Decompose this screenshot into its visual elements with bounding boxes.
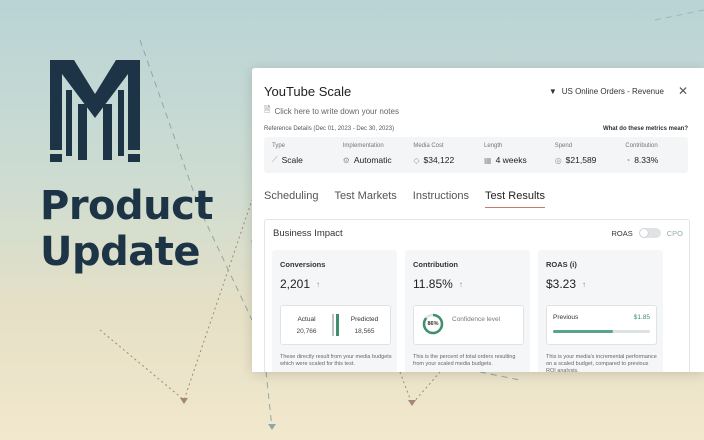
panel-title: Business Impact	[273, 228, 343, 239]
pie-icon: ◔	[625, 155, 631, 165]
roas-title: ROAS (i)	[546, 260, 577, 269]
metric-type: Type ⟋ Scale	[264, 137, 335, 173]
actual-value: 20,766	[296, 327, 317, 335]
metric-value: $34,122	[423, 155, 455, 165]
contribution-value: 11.85%	[413, 277, 453, 291]
card-title: YouTube Scale	[264, 84, 352, 99]
predicted-value: 18,565	[354, 327, 375, 335]
arrow-up-icon: ↑	[582, 279, 587, 289]
conversions-title: Conversions	[280, 260, 326, 269]
roas-description: This is your media's incremental perform…	[546, 354, 657, 372]
business-impact-panel: Business Impact ROAS CPO Conversions 2,2…	[264, 219, 690, 372]
note-icon: 🗎	[264, 105, 271, 114]
metric-value: 4 weeks	[495, 155, 527, 165]
roas-progress-fill	[553, 330, 614, 333]
actual-label: Actual	[297, 315, 316, 323]
predicted-label: Predicted	[350, 315, 379, 323]
comparison-bars	[332, 314, 339, 336]
brand-logo	[50, 60, 140, 162]
filter-icon: ▼	[548, 87, 557, 96]
notes-link-label: Click here to write down your notes	[274, 106, 399, 116]
roas-cpo-toggle[interactable]	[638, 228, 661, 238]
toggle-knob	[639, 229, 648, 237]
roas-value: $3.23	[546, 277, 577, 291]
actual-bar	[332, 314, 334, 336]
contribution-card: Contribution 11.85% ↑ 86% Confidence leve…	[405, 250, 530, 372]
metric-filter[interactable]: ▼ US Online Orders - Revenue	[549, 87, 664, 96]
headline-line-2: Update	[40, 229, 200, 275]
tab-instructions[interactable]: Instructions	[413, 190, 469, 208]
impact-cards: Conversions 2,201 ↑ Actual 20,766 Predict…	[272, 250, 663, 372]
headline: Product Update	[40, 183, 213, 275]
coin-icon: ◎	[554, 155, 562, 165]
metric-length: Length ▦ 4 weeks	[476, 137, 547, 173]
tag-icon: ◇	[413, 155, 420, 165]
metric-spend: Spend ◎ $21,589	[547, 137, 618, 173]
contribution-title: Contribution	[413, 260, 458, 269]
metric-label: Contribution	[625, 143, 658, 149]
metric-media-cost: Media Cost ◇ $34,122	[405, 137, 476, 173]
headline-line-1: Product	[40, 183, 213, 229]
roas-cpo-switch: ROAS CPO	[611, 228, 683, 238]
tab-scheduling[interactable]: Scheduling	[264, 190, 318, 208]
metric-label: Implementation	[342, 143, 384, 149]
metric-implementation: Implementation ⚙ Automatic	[335, 137, 406, 173]
filter-label: US Online Orders - Revenue	[561, 87, 664, 96]
metric-label: Media Cost	[413, 143, 444, 149]
metric-value: 8.33%	[634, 155, 659, 165]
metric-contribution: Contribution ◔ 8.33%	[617, 137, 688, 173]
metrics-strip: Type ⟋ Scale Implementation ⚙ Automatic Me…	[264, 137, 688, 173]
conversions-description: These directly result from your media bu…	[280, 354, 392, 367]
toggle-label-cpo: CPO	[666, 228, 683, 238]
contribution-description: This is the percent of total orders resu…	[413, 354, 516, 367]
conversions-card: Conversions 2,201 ↑ Actual 20,766 Predict…	[272, 250, 397, 372]
notes-link[interactable]: 🗎 Click here to write down your notes	[264, 104, 399, 118]
actual-block: Actual 20,766	[281, 316, 332, 335]
conversions-value: 2,201	[280, 277, 311, 291]
actual-vs-predicted: Actual 20,766 Predicted 18,565	[280, 305, 391, 345]
roas-progress	[553, 330, 650, 333]
roas-card: ROAS (i) $3.23 ↑ Previous $1.85 This is y…	[538, 250, 663, 372]
tab-test-results[interactable]: Test Results	[485, 190, 545, 208]
gear-icon: ⚙	[342, 155, 350, 165]
confidence-percent: 86%	[427, 321, 439, 327]
predicted-block: Predicted 18,565	[339, 316, 390, 335]
previous-roas-box: Previous $1.85	[546, 305, 657, 345]
tab-test-markets[interactable]: Test Markets	[334, 190, 396, 208]
previous-value: $1.85	[633, 314, 650, 321]
test-detail-card: YouTube Scale 🗎 Click here to write down…	[252, 68, 704, 372]
tab-bar: Scheduling Test Markets Instructions Tes…	[264, 190, 545, 208]
trend-icon: ⟋	[272, 155, 278, 164]
metric-label: Type	[272, 143, 286, 149]
confidence-box: 86% Confidence level	[413, 305, 524, 345]
previous-label: Previous	[553, 314, 579, 321]
close-icon[interactable]: ✕	[678, 84, 688, 98]
metric-label: Spend	[554, 143, 573, 149]
reference-details: Reference Details (Dec 01, 2023 - Dec 30…	[264, 126, 395, 132]
metric-label: Length	[484, 143, 503, 149]
toggle-label-roas: ROAS	[611, 228, 633, 238]
metric-value: Automatic	[353, 155, 392, 165]
confidence-label: Confidence level	[452, 316, 501, 323]
arrow-up-icon: ↑	[458, 279, 463, 289]
metric-value: $21,589	[565, 155, 597, 165]
metrics-help-link[interactable]: What do these metrics mean?	[603, 126, 688, 132]
arrow-up-icon: ↑	[316, 279, 321, 289]
calendar-icon: ▦	[484, 155, 492, 165]
metric-value: Scale	[281, 155, 303, 165]
